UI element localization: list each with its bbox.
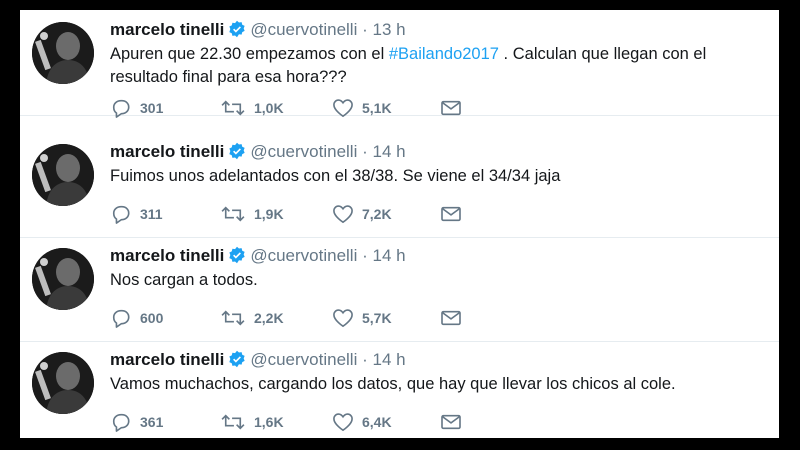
message-icon [440, 309, 462, 327]
verified-badge-icon [228, 246, 246, 270]
tweet-header: marcelo tinelli @cuervotinelli · 13 h [110, 19, 406, 44]
separator: · [362, 20, 368, 39]
author-name[interactable]: marcelo tinelli [110, 350, 224, 369]
avatar[interactable] [32, 248, 94, 310]
author-handle[interactable]: @cuervotinelli [250, 246, 357, 265]
tweet-text-part: Vamos muchachos, cargando los datos, que… [110, 375, 676, 393]
tweet-text-part: Fuimos unos adelantados con el 38/38. Se… [110, 167, 561, 185]
tweet-text-part: Apuren que 22.30 empezamos con el [110, 45, 389, 63]
hashtag-link[interactable]: #Bailando2017 [389, 45, 499, 63]
retweet-count: 1,0K [254, 100, 284, 116]
reply-icon [110, 98, 132, 118]
like-count: 7,2K [362, 206, 392, 222]
verified-badge-icon [228, 20, 246, 44]
retweet-count: 1,9K [254, 206, 284, 222]
message-button[interactable] [440, 308, 462, 328]
timestamp[interactable]: 14 h [373, 350, 406, 369]
retweet-icon [220, 204, 246, 224]
reply-button[interactable]: 361 [110, 412, 163, 432]
timestamp[interactable]: 13 h [373, 20, 406, 39]
like-button[interactable]: 5,7K [332, 308, 392, 328]
reply-count: 600 [140, 310, 164, 326]
tweet[interactable]: marcelo tinelli @cuervotinelli · 14 h Vam… [20, 340, 779, 438]
message-button[interactable] [440, 412, 462, 432]
separator: · [362, 350, 368, 369]
avatar[interactable] [32, 352, 94, 414]
tweet-text: Apuren que 22.30 empezamos con el #Baila… [110, 43, 770, 89]
separator: · [362, 142, 368, 161]
retweet-icon [220, 98, 246, 118]
reply-icon [110, 204, 132, 224]
author-handle[interactable]: @cuervotinelli [250, 350, 357, 369]
retweet-button[interactable]: 1,9K [220, 204, 284, 224]
tweet[interactable]: marcelo tinelli @cuervotinelli · 14 h Nos… [20, 236, 779, 342]
like-button[interactable]: 7,2K [332, 204, 392, 224]
like-count: 5,7K [362, 310, 392, 326]
retweet-button[interactable]: 1,0K [220, 98, 284, 118]
retweet-count: 2,2K [254, 310, 284, 326]
author-name[interactable]: marcelo tinelli [110, 246, 224, 265]
reply-button[interactable]: 600 [110, 308, 163, 328]
message-icon [440, 413, 462, 431]
author-handle[interactable]: @cuervotinelli [250, 20, 357, 39]
tweet-header: marcelo tinelli @cuervotinelli · 14 h [110, 349, 406, 374]
reply-count: 301 [140, 100, 164, 116]
like-icon [332, 412, 354, 432]
like-icon [332, 98, 354, 118]
tweet-text: Fuimos unos adelantados con el 38/38. Se… [110, 165, 770, 188]
avatar[interactable] [32, 22, 94, 84]
author-handle[interactable]: @cuervotinelli [250, 142, 357, 161]
retweet-count: 1,6K [254, 414, 284, 430]
author-name[interactable]: marcelo tinelli [110, 142, 224, 161]
like-icon [332, 308, 354, 328]
avatar[interactable] [32, 144, 94, 206]
retweet-button[interactable]: 1,6K [220, 412, 284, 432]
like-icon [332, 204, 354, 224]
tweet-text: Vamos muchachos, cargando los datos, que… [110, 373, 770, 396]
reply-count: 311 [140, 206, 163, 222]
like-button[interactable]: 5,1K [332, 98, 392, 118]
message-button[interactable] [440, 204, 462, 224]
tweet-list: marcelo tinelli @cuervotinelli · 13 h Apu… [20, 10, 779, 438]
tweet[interactable]: marcelo tinelli @cuervotinelli · 13 h Apu… [20, 10, 779, 118]
tweet-text-part: Nos cargan a todos. [110, 271, 258, 289]
tweet-header: marcelo tinelli @cuervotinelli · 14 h [110, 245, 406, 270]
retweet-button[interactable]: 2,2K [220, 308, 284, 328]
reply-count: 361 [140, 414, 164, 430]
timestamp[interactable]: 14 h [373, 246, 406, 265]
verified-badge-icon [228, 142, 246, 166]
like-button[interactable]: 6,4K [332, 412, 392, 432]
tweet-text: Nos cargan a todos. [110, 269, 770, 292]
tweet[interactable]: marcelo tinelli @cuervotinelli · 14 h Fui… [20, 132, 779, 238]
reply-icon [110, 412, 132, 432]
retweet-icon [220, 412, 246, 432]
message-icon [440, 99, 462, 117]
reply-button[interactable]: 301 [110, 98, 163, 118]
message-icon [440, 205, 462, 223]
reply-icon [110, 308, 132, 328]
separator: · [362, 246, 368, 265]
tweet-header: marcelo tinelli @cuervotinelli · 14 h [110, 141, 406, 166]
retweet-icon [220, 308, 246, 328]
like-count: 5,1K [362, 100, 392, 116]
reply-button[interactable]: 311 [110, 204, 163, 224]
verified-badge-icon [228, 350, 246, 374]
like-count: 6,4K [362, 414, 392, 430]
author-name[interactable]: marcelo tinelli [110, 20, 224, 39]
timestamp[interactable]: 14 h [373, 142, 406, 161]
message-button[interactable] [440, 98, 462, 118]
